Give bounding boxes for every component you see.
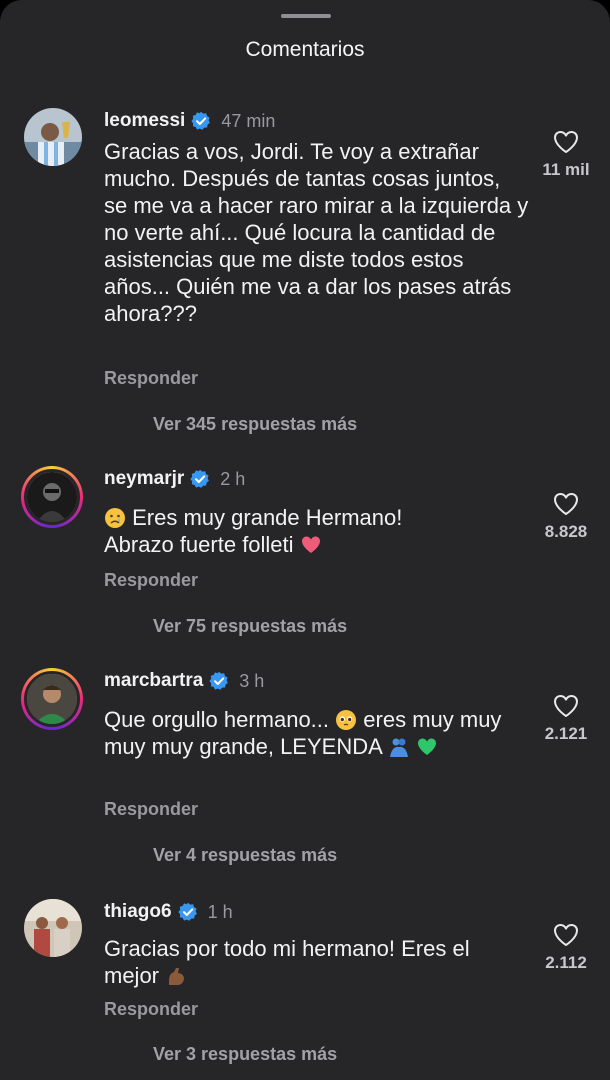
flexed-biceps-emoji-icon: [169, 968, 185, 985]
comment-text: Que orgullo hermano... eres muy muy muy …: [104, 706, 514, 760]
sheet-title: Comentarios: [245, 38, 365, 61]
like-container: 11 mil: [530, 130, 602, 180]
view-more-replies-button[interactable]: Ver 75 respuestas más: [153, 616, 347, 637]
like-count: 2.112: [545, 953, 587, 972]
avatar[interactable]: [21, 466, 83, 528]
reply-button[interactable]: Responder: [104, 368, 198, 389]
username[interactable]: leomessi: [104, 110, 185, 132]
pleading-face-emoji-icon: [336, 710, 357, 730]
avatar[interactable]: [21, 668, 83, 730]
comment-text-line: Eres muy grande Hermano!: [132, 505, 403, 530]
reply-button[interactable]: Responder: [104, 999, 198, 1020]
heart-icon[interactable]: [553, 492, 579, 516]
comment-header: marcbartra 3 h: [104, 668, 264, 694]
heart-icon[interactable]: [553, 130, 579, 154]
timestamp: 47 min: [221, 110, 276, 131]
comment-text: Eres muy grande Hermano! Abrazo fuerte f…: [104, 504, 529, 558]
timestamp: 1 h: [207, 901, 233, 922]
comment-text: Gracias por todo mi hermano! Eres el mej…: [104, 935, 524, 989]
view-more-replies-button[interactable]: Ver 4 respuestas más: [153, 845, 337, 866]
avatar[interactable]: [24, 108, 82, 166]
drag-handle[interactable]: [281, 14, 331, 18]
heart-emoji-icon: [301, 536, 320, 553]
timestamp: 2 h: [220, 468, 246, 489]
timestamp: 3 h: [239, 670, 265, 691]
comment-header: leomessi 47 min: [104, 108, 275, 134]
comment-text-part: Gracias por todo mi hermano! Eres el mej…: [104, 936, 470, 988]
heart-icon[interactable]: [553, 923, 579, 947]
verified-badge-icon: [190, 469, 210, 488]
username[interactable]: marcbartra: [104, 670, 203, 692]
green-heart-emoji-icon: [417, 738, 436, 755]
avatar[interactable]: [24, 899, 82, 957]
like-container: 8.828: [530, 492, 602, 542]
comment-header: thiago6 1 h: [104, 899, 233, 925]
people-hugging-emoji-icon: [389, 738, 408, 757]
reply-button[interactable]: Responder: [104, 570, 198, 591]
like-count: 8.828: [544, 522, 588, 541]
username[interactable]: thiago6: [104, 901, 172, 923]
comment-text-part: Que orgullo hermano...: [104, 707, 330, 732]
like-container: 2.112: [530, 923, 602, 973]
comment-text: Gracias a vos, Jordi. Te voy a extrañar …: [104, 139, 529, 326]
heart-icon[interactable]: [553, 694, 579, 718]
like-container: 2.121: [530, 694, 602, 744]
comments-sheet: Comentarios leomessi 47 min Gracias a vo…: [0, 0, 610, 1080]
reply-button[interactable]: Responder: [104, 799, 198, 820]
view-more-replies-button[interactable]: Ver 3 respuestas más: [153, 1044, 337, 1065]
like-count: 2.121: [544, 724, 588, 743]
verified-badge-icon: [209, 671, 229, 690]
verified-badge-icon: [191, 111, 211, 130]
crying-face-emoji-icon: [105, 508, 125, 528]
verified-badge-icon: [177, 902, 197, 921]
comment-header: neymarjr 2 h: [104, 466, 245, 492]
comment-text-line: Abrazo fuerte folleti: [104, 532, 294, 557]
like-count: 11 mil: [542, 160, 590, 179]
view-more-replies-button[interactable]: Ver 345 respuestas más: [153, 414, 357, 435]
username[interactable]: neymarjr: [104, 468, 184, 490]
